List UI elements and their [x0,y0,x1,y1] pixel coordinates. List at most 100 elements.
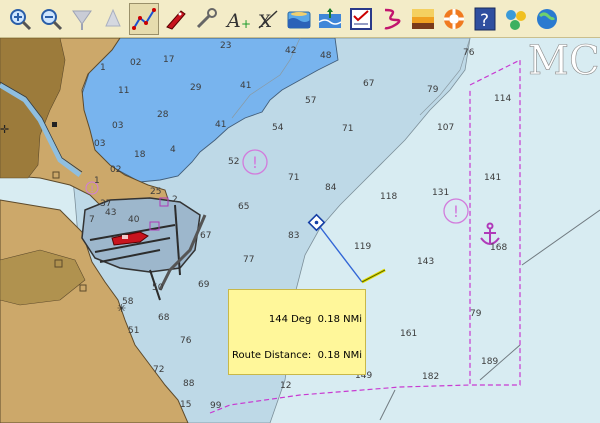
depth-sounding: 42 [285,46,296,56]
svg-text:+: + [241,17,250,31]
globe-icon [537,8,557,29]
depth-sounding: 02 [110,165,121,175]
svg-text:!: ! [453,202,459,221]
svg-text:?: ? [480,11,489,31]
globe-button[interactable] [532,3,562,35]
depth-sounding: 23 [220,41,231,51]
depth-sounding: 99 [210,401,222,411]
text-icon: A + [225,10,250,32]
depth-sounding: 76 [180,336,192,346]
toolbox-button[interactable] [191,3,221,35]
depth-sounding: 1 [94,176,100,186]
tide-button[interactable] [284,3,314,35]
track-icon [384,8,401,29]
depth-sounding: 51 [128,326,139,336]
zoom-in-icon [10,8,32,30]
mob-icon [444,8,464,29]
depth-sounding: 161 [400,329,417,339]
svg-text:!: ! [252,153,258,172]
depth-sounding: 29 [190,83,202,93]
depth-sounding: 18 [134,150,146,160]
depth-sounding: 54 [272,123,284,133]
depth-sounding: 77 [243,255,254,265]
depth-sounding: 118 [380,192,397,202]
depth-sounding: 84 [325,183,337,193]
mob-button[interactable] [439,3,469,35]
depth-sounding: 79 [470,309,482,319]
route-info-tooltip: 144 Deg 0.18 NMi Route Distance: 0.18 NM… [228,289,366,375]
depth-sounding: 72 [153,365,164,375]
depth-sounding: 2 [172,195,178,205]
depth-sounding: 131 [432,188,449,198]
depth-sounding: 182 [422,372,439,382]
depth-sounding: 119 [354,242,371,252]
depth-sounding: 41 [240,81,251,91]
depth-sounding: 79 [427,85,439,95]
depth-sounding: 03 [94,139,105,149]
color-scheme-icon [412,8,434,29]
depth-sounding: 50 [152,283,164,293]
chart-label: MC [528,38,600,84]
text-button[interactable]: A + [222,3,252,35]
route-button[interactable] [129,2,159,35]
depth-sounding: 143 [417,257,434,267]
depth-sounding: 11 [118,86,129,96]
depth-sounding: 43 [105,208,116,218]
depth-sounding: 76 [463,48,475,58]
track-button[interactable] [377,3,407,35]
depth-sounding: 28 [157,110,169,120]
tide-icon [287,11,311,28]
depth-sounding: 68 [158,313,170,323]
depth-sounding: 25 [150,187,161,197]
follow-boat-button[interactable] [160,3,190,35]
zoom-in-button[interactable] [5,3,35,35]
plugin-icon [506,9,526,30]
help-icon: ? [474,7,496,31]
toolbox-icon [196,7,217,28]
depth-sounding: 141 [484,173,501,183]
route-distance-text: Route Distance: 0.18 NMi [232,350,362,361]
depth-sounding: 41 [215,120,226,130]
depth-sounding: 7 [89,215,95,225]
help-button[interactable]: ? [470,3,500,35]
plugin-button[interactable] [501,3,531,35]
depth-sounding: 15 [180,400,191,410]
depth-sounding: 48 [320,51,332,61]
depth-sounding: 02 [130,58,141,68]
scale-out-button[interactable] [98,3,128,35]
depth-sounding: 52 [228,157,239,167]
depth-sounding: 71 [288,173,299,183]
depth-sounding: 12 [280,381,291,391]
depth-sounding: 189 [481,357,498,367]
depth-sounding: 1 [100,63,106,73]
svg-text:!: ! [90,185,94,195]
depth-sounding: 40 [128,215,140,225]
depth-sounding: 114 [494,94,511,104]
follow-boat-icon [166,9,186,30]
depth-sounding: 4 [170,145,176,155]
chart-quilting-icon [350,7,372,30]
scale-in-button[interactable] [67,3,97,35]
depth-sounding: 69 [198,280,210,290]
current-icon [318,7,342,28]
scale-out-icon [105,8,121,26]
depth-sounding: 67 [200,231,211,241]
svg-text:A: A [225,10,241,32]
scale-in-icon [72,10,92,30]
depth-sounding: 88 [183,379,195,389]
de-clutter-button[interactable]: X [253,3,283,35]
current-button[interactable] [315,3,345,35]
depth-sounding: 65 [238,202,249,212]
depth-sounding: 168 [490,243,507,253]
main-toolbar: A+ X? [0,0,600,38]
depth-sounding: 67 [363,79,374,89]
color-scheme-button[interactable] [408,3,438,35]
depth-sounding: 107 [437,123,454,133]
depth-sounding: 58 [122,297,134,307]
chart-quilting-button[interactable] [346,3,376,35]
landmark-icon [52,122,57,127]
depth-sounding: 17 [163,55,174,65]
depth-sounding: 57 [305,96,316,106]
de-clutter-icon: X [258,9,278,32]
zoom-out-button[interactable] [36,3,66,35]
